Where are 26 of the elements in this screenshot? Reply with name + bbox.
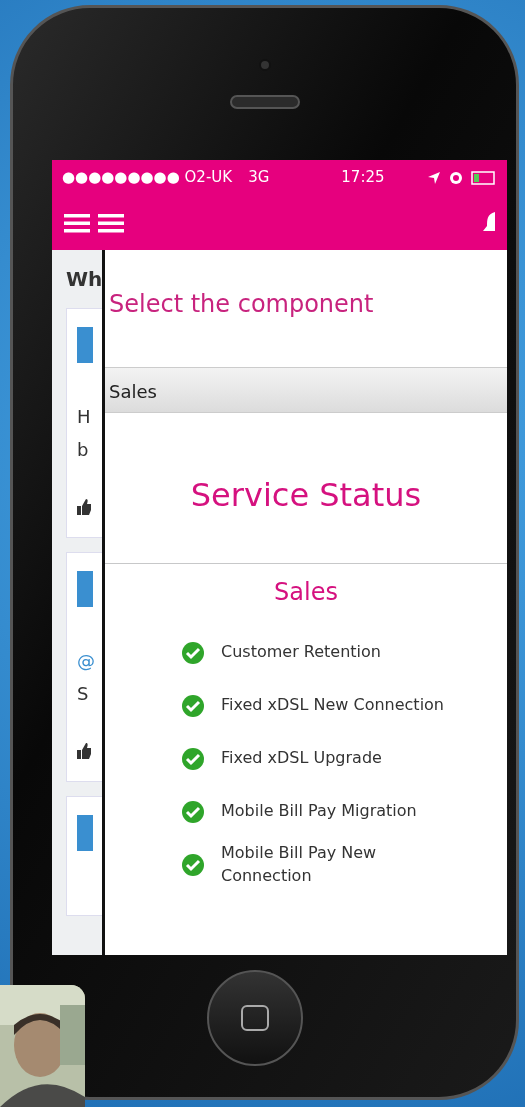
location-icon <box>427 170 441 185</box>
network-label: 3G <box>248 167 270 189</box>
camera-lens <box>258 59 271 71</box>
heading-text: Wh <box>66 266 102 293</box>
section-heading: Sales <box>273 577 339 608</box>
feed-text: b <box>77 438 90 462</box>
menu-icon[interactable] <box>98 212 124 233</box>
select-field[interactable]: Sales <box>105 367 507 413</box>
prompt-text: Select the component <box>109 289 375 320</box>
thumbs-up-icon[interactable] <box>77 743 91 759</box>
alarm-icon <box>449 170 463 185</box>
thumbs-up-icon[interactable] <box>77 499 91 515</box>
menu-icon[interactable] <box>64 212 90 233</box>
carrier-label: ●●●●●●●●● O2-UK <box>62 167 233 189</box>
battery-icon <box>471 170 497 185</box>
feed-text: H <box>77 405 92 429</box>
feed-text: @ <box>77 649 96 673</box>
speaker-grille <box>229 95 300 109</box>
service-name: Mobile Bill Pay New Connection <box>221 842 378 887</box>
page-title: Service Status <box>189 475 423 516</box>
clock: 17:25 <box>341 167 385 189</box>
service-name: Fixed xDSL New Connection <box>221 694 445 717</box>
service-name: Customer Retention <box>221 641 382 664</box>
service-name: Mobile Bill Pay Migration <box>221 800 418 823</box>
service-name: Fixed xDSL Upgrade <box>221 747 383 770</box>
feed-text: S <box>77 682 90 706</box>
